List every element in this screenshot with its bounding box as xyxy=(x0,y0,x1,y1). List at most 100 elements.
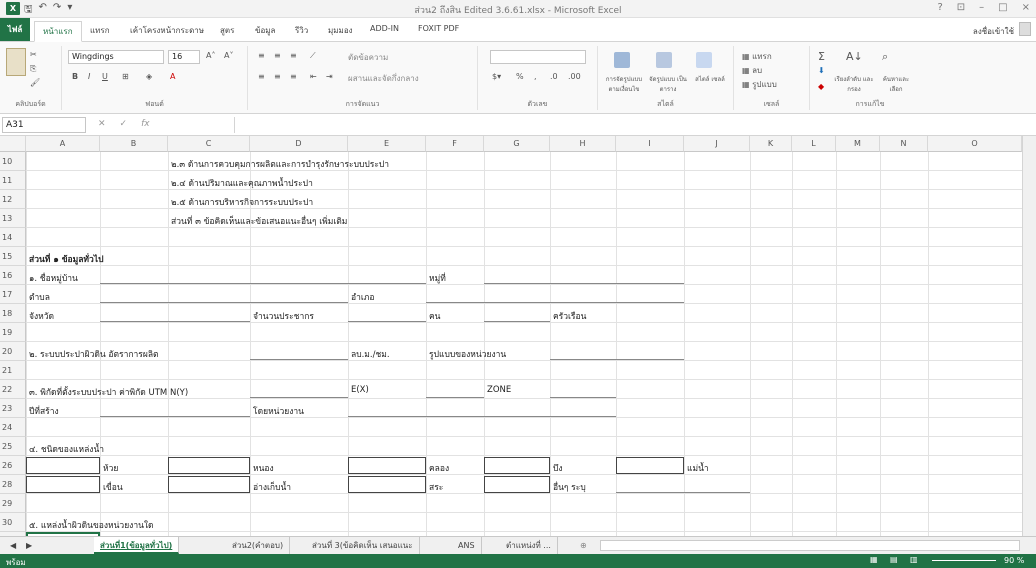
row-header-20[interactable]: 20 xyxy=(0,342,26,361)
tab-review[interactable]: รีวิว xyxy=(295,24,308,37)
tab-file[interactable]: ไฟล์ xyxy=(0,18,30,41)
row-header-30[interactable]: 30 xyxy=(0,513,26,532)
format-cells-button[interactable]: ▦ รูปแบบ xyxy=(742,78,777,91)
font-color-icon[interactable]: A xyxy=(170,72,175,81)
select-all-corner[interactable] xyxy=(0,136,26,152)
fill-color-icon[interactable]: ◈ xyxy=(146,72,152,81)
format-painter-icon[interactable]: 🖌 xyxy=(30,78,40,87)
input-underline[interactable] xyxy=(426,302,684,303)
avatar[interactable] xyxy=(1019,22,1031,36)
zoom-slider[interactable] xyxy=(932,560,996,561)
customize-qat-icon[interactable]: ▾ xyxy=(67,2,72,19)
cell-styles-icon[interactable] xyxy=(696,52,712,71)
border-icon[interactable]: ⊞ xyxy=(122,72,129,81)
underline-icon[interactable]: U xyxy=(102,72,108,81)
sheet-tab-3[interactable]: ส่วนที่ 3(ข้อคิดเห็น เสนอแนะ xyxy=(306,537,420,554)
sheet-tab-5[interactable]: ตำแหน่งที่ ... xyxy=(500,537,558,554)
decrease-indent-icon[interactable]: ⇤ xyxy=(310,72,317,81)
find-select-button[interactable]: ค้นหาและ เลือก xyxy=(876,74,916,94)
input-underline[interactable] xyxy=(550,359,684,360)
cell-styles-button[interactable]: สไตล์ เซลล์ xyxy=(690,74,730,84)
input-underline[interactable] xyxy=(484,321,550,322)
column-header-m[interactable]: M xyxy=(836,136,880,152)
input-box[interactable] xyxy=(484,457,550,474)
close-button[interactable]: × xyxy=(1022,2,1030,13)
format-table-button[interactable]: จัดรูปแบบ เป็นตาราง xyxy=(648,74,688,94)
orientation-icon[interactable]: ⟋ xyxy=(310,51,316,61)
tab-view[interactable]: มุมมอง xyxy=(328,24,353,37)
page-break-view-icon[interactable]: ▥ xyxy=(910,555,918,564)
shrink-font-icon[interactable]: A˅ xyxy=(224,51,233,60)
input-box[interactable] xyxy=(26,476,100,493)
formula-input[interactable] xyxy=(234,117,1020,133)
tab-data[interactable]: ข้อมูล xyxy=(255,24,275,37)
sheet-tab-1[interactable]: ส่วนที่1(ข้อมูลทั่วไป) xyxy=(94,537,180,554)
maximize-button[interactable]: □ xyxy=(998,2,1007,13)
row-header-28[interactable]: 28 xyxy=(0,475,26,494)
sheet-tab-2[interactable]: ส่วน2(คำตอบ) xyxy=(226,537,291,554)
column-header-a[interactable]: A xyxy=(26,136,100,152)
input-box[interactable] xyxy=(484,476,550,493)
horizontal-scrollbar[interactable] xyxy=(600,540,1020,551)
align-center-icon[interactable]: ≡ xyxy=(274,72,281,81)
help-button[interactable]: ? xyxy=(937,2,942,13)
name-box[interactable]: A31 xyxy=(2,117,86,133)
wrap-text-button[interactable]: ตัดข้อความ xyxy=(348,51,388,64)
increase-decimal-icon[interactable]: .0 xyxy=(550,72,558,81)
fill-icon[interactable]: ⬇ xyxy=(818,66,825,75)
page-layout-view-icon[interactable]: ▤ xyxy=(890,555,898,564)
next-sheet-icon[interactable]: ▶ xyxy=(20,537,38,554)
tab-page-layout[interactable]: เค้าโครงหน้ากระดาษ xyxy=(130,24,204,37)
autosum-icon[interactable]: Σ xyxy=(818,50,825,63)
row-header-21[interactable]: 21 xyxy=(0,361,26,380)
row-header-15[interactable]: 15 xyxy=(0,247,26,266)
sort-filter-icon[interactable]: A↓ xyxy=(846,50,863,63)
column-header-l[interactable]: L xyxy=(792,136,836,152)
vertical-scrollbar[interactable] xyxy=(1022,136,1036,536)
sheet-tab-4[interactable]: ANS xyxy=(452,537,482,554)
italic-icon[interactable]: I xyxy=(88,72,90,81)
insert-function-button[interactable]: fx xyxy=(141,119,150,129)
input-underline[interactable] xyxy=(348,321,426,322)
row-header-23[interactable]: 23 xyxy=(0,399,26,418)
delete-cells-button[interactable]: ▦ ลบ xyxy=(742,64,762,77)
increase-indent-icon[interactable]: ⇥ xyxy=(326,72,333,81)
clear-icon[interactable]: ◆ xyxy=(818,82,824,91)
enter-icon[interactable]: ✓ xyxy=(120,119,128,129)
column-header-o[interactable]: O xyxy=(928,136,1022,152)
tab-home[interactable]: หน้าแรก xyxy=(34,21,82,42)
tab-formulas[interactable]: สูตร xyxy=(220,24,234,37)
percent-icon[interactable]: % xyxy=(516,72,524,81)
conditional-format-icon[interactable] xyxy=(614,52,630,71)
cancel-icon[interactable]: ✕ xyxy=(98,119,106,129)
column-header-b[interactable]: B xyxy=(100,136,168,152)
find-select-icon[interactable]: ⌕ xyxy=(882,50,888,64)
align-middle-icon[interactable]: ≡ xyxy=(274,51,281,60)
row-header-12[interactable]: 12 xyxy=(0,190,26,209)
align-right-icon[interactable]: ≡ xyxy=(290,72,297,81)
column-header-k[interactable]: K xyxy=(750,136,792,152)
input-underline[interactable] xyxy=(550,397,616,398)
ribbon-display-button[interactable]: ⊡ xyxy=(957,2,965,13)
zoom-level[interactable]: 90 % xyxy=(1004,556,1024,565)
row-header-13[interactable]: 13 xyxy=(0,209,26,228)
merge-center-button[interactable]: ผสานและจัดกึ่งกลาง xyxy=(348,72,419,85)
input-underline[interactable] xyxy=(100,416,250,417)
input-box[interactable] xyxy=(26,457,100,474)
row-header-11[interactable]: 11 xyxy=(0,171,26,190)
input-underline[interactable] xyxy=(484,283,684,284)
column-header-j[interactable]: J xyxy=(684,136,750,152)
paste-icon[interactable] xyxy=(6,48,26,76)
decrease-decimal-icon[interactable]: .00 xyxy=(568,72,581,81)
align-bottom-icon[interactable]: ≡ xyxy=(290,51,297,60)
cut-icon[interactable]: ✂ xyxy=(30,50,37,59)
currency-icon[interactable]: $▾ xyxy=(492,72,501,81)
input-box[interactable] xyxy=(168,476,250,493)
row-header-25[interactable]: 25 xyxy=(0,437,26,456)
align-top-icon[interactable]: ≡ xyxy=(258,51,265,60)
column-header-n[interactable]: N xyxy=(880,136,928,152)
input-box[interactable] xyxy=(348,476,426,493)
conditional-format-button[interactable]: การจัดรูปแบบ ตามเงื่อนไข xyxy=(600,74,648,94)
row-header-17[interactable]: 17 xyxy=(0,285,26,304)
column-header-g[interactable]: G xyxy=(484,136,550,152)
